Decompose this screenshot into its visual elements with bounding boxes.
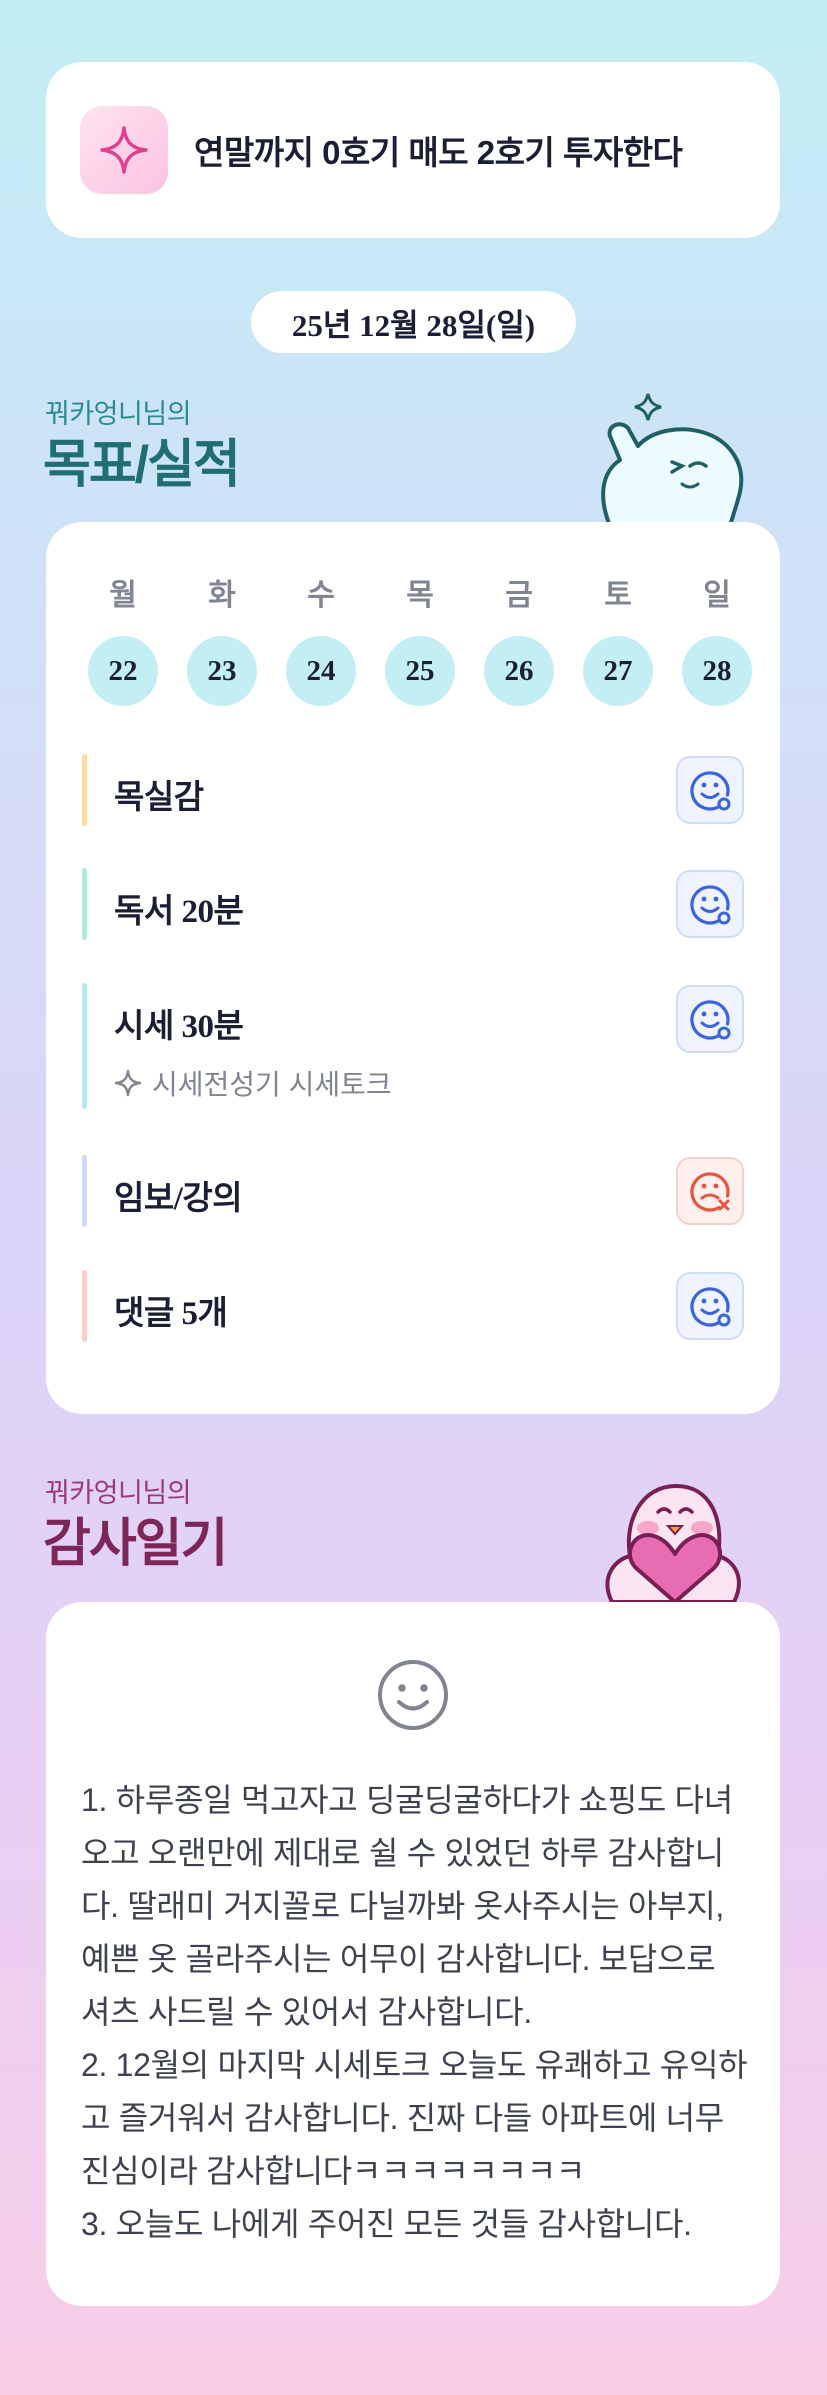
goals-card: 월 화 수 목 금 토 일 22 23 24 25 26 27 28 목실감 독… (46, 522, 780, 1414)
sparkle-outline-icon (114, 1069, 142, 1097)
task-status-button[interactable] (676, 1157, 744, 1225)
goal-icon-tile (80, 106, 168, 194)
task-status-button[interactable] (676, 756, 744, 824)
task-color-bar (82, 1270, 87, 1342)
task-row: 시세 30분 시세전성기 시세토크 (82, 983, 744, 1109)
day-28[interactable]: 28 (682, 636, 752, 706)
task-label: 독서 20분 (114, 894, 244, 930)
day-22[interactable]: 22 (88, 636, 158, 706)
task-row: 독서 20분 (82, 868, 744, 940)
diary-heading: 감사일기 (43, 1515, 228, 1573)
task-status-button[interactable] (676, 870, 744, 938)
weekday-sun: 일 (703, 579, 731, 612)
goal-banner: 연말까지 0호기 매도 2호기 투자한다 (46, 62, 780, 238)
smiley-missed-icon (690, 1172, 730, 1212)
task-row: 임보/강의 (82, 1155, 744, 1227)
day-27[interactable]: 27 (583, 636, 653, 706)
task-row: 목실감 (82, 754, 744, 826)
day-23[interactable]: 23 (187, 636, 257, 706)
smiley-done-icon (690, 885, 731, 925)
task-label: 시세 30분 (114, 1009, 244, 1045)
task-label: 임보/강의 (114, 1181, 243, 1217)
day-24[interactable]: 24 (286, 636, 356, 706)
weekday-fri: 금 (505, 579, 533, 612)
task-color-bar (82, 983, 87, 1109)
task-status-button[interactable] (676, 1272, 744, 1340)
task-color-bar (82, 868, 87, 940)
weekday-tue: 화 (208, 579, 236, 612)
task-color-bar (82, 1155, 87, 1227)
weekday-thu: 목 (406, 579, 434, 612)
smiley-face-icon (378, 1660, 448, 1730)
weekday-mon: 월 (109, 579, 137, 612)
task-status-button[interactable] (676, 985, 744, 1053)
goal-text: 연말까지 0호기 매도 2호기 투자한다 (194, 134, 683, 171)
goals-heading: 목표/실적 (43, 436, 241, 494)
weekday-wed: 수 (307, 579, 335, 612)
day-26[interactable]: 26 (484, 636, 554, 706)
task-sub-label: 시세전성기 시세토크 (114, 1063, 392, 1103)
task-label: 목실감 (114, 780, 204, 816)
diary-card: 1. 하루종일 먹고자고 딩굴딩굴하다가 쇼핑도 다녀오고 오랜만에 제대로 쉴… (46, 1602, 780, 2306)
smiley-done-icon (690, 1287, 731, 1327)
smiley-done-icon (690, 1000, 731, 1040)
diary-entry-text: 1. 하루종일 먹고자고 딩굴딩굴하다가 쇼핑도 다녀오고 오랜만에 제대로 쉴… (81, 1782, 748, 2242)
task-label: 댓글 5개 (114, 1296, 228, 1332)
mascot-heart-icon (605, 1484, 741, 1602)
task-row: 댓글 5개 (82, 1270, 744, 1342)
mascot-cheer-icon (601, 393, 744, 526)
date-pill[interactable]: 25년 12월 28일(일) (251, 291, 576, 353)
smiley-done-icon (690, 771, 731, 811)
task-color-bar (82, 754, 87, 826)
weekday-sat: 토 (604, 579, 632, 612)
task-sub-text: 시세전성기 시세토크 (152, 1069, 392, 1100)
day-25[interactable]: 25 (385, 636, 455, 706)
sparkle-icon (100, 126, 148, 174)
